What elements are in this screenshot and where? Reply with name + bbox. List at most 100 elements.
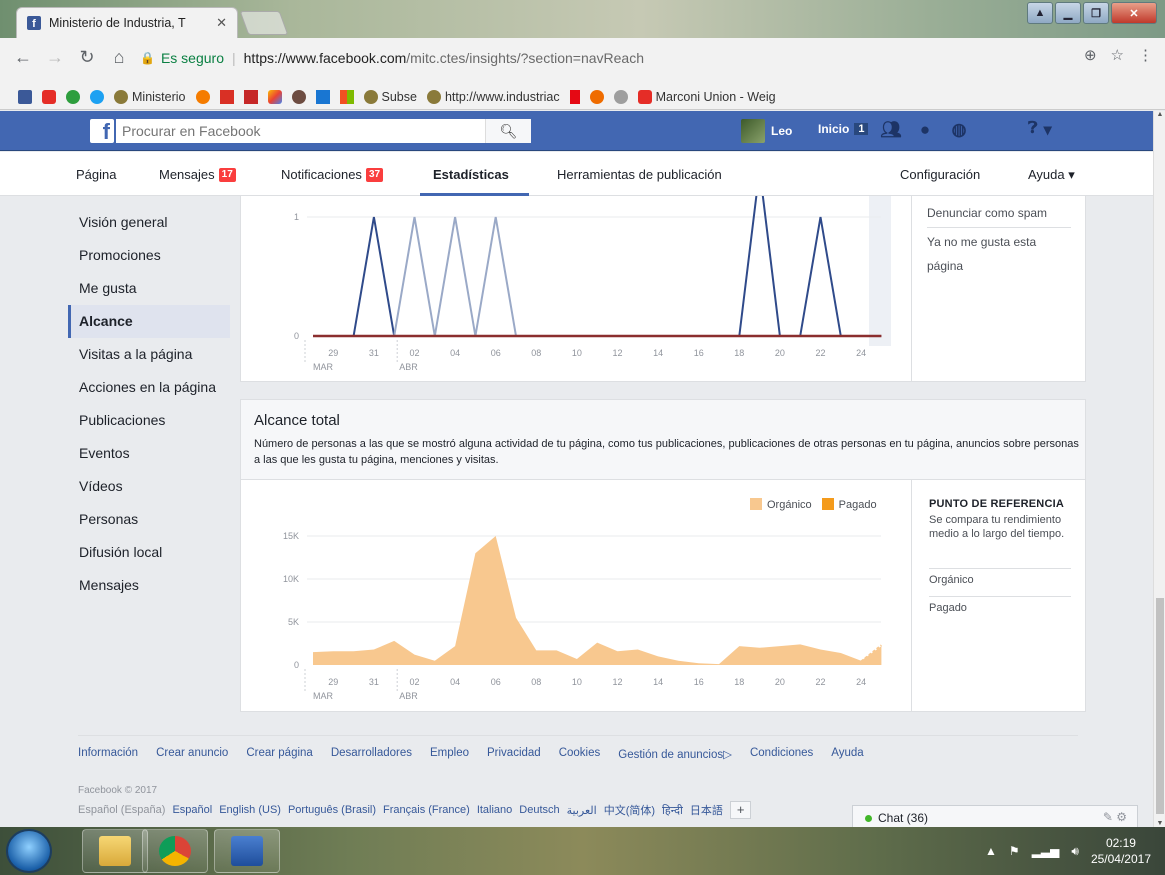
scroll-thumb[interactable] (1156, 598, 1164, 814)
browser-tab[interactable]: f Ministerio de Industria, T ✕ (16, 7, 238, 38)
home-icon[interactable]: ⌂ (110, 46, 128, 68)
language-link[interactable]: Français (France) (383, 804, 470, 816)
legend-paid[interactable]: Pagado (821, 498, 877, 511)
footer-link[interactable]: Empleo (430, 747, 469, 761)
sidebar-item-alcance[interactable]: Alcance (68, 305, 230, 338)
messenger-icon[interactable]: ● (914, 119, 936, 141)
friends-icon[interactable]: 👥︎ (880, 119, 902, 141)
language-link[interactable]: Português (Brasil) (288, 804, 376, 816)
tab-estadisticas[interactable]: Estadísticas (433, 167, 509, 182)
sidebar-item-me-gusta[interactable]: Me gusta (68, 272, 230, 305)
account-menu-icon[interactable]: ▾ (1044, 120, 1052, 140)
twitter-bookmark-icon[interactable] (90, 89, 104, 104)
sidebar-item-visitas[interactable]: Visitas a la página (68, 338, 230, 371)
orange-bookmark-icon[interactable] (195, 89, 210, 104)
bookmark-marconi[interactable]: Marconi Union - Weig (637, 89, 776, 104)
benchmark-paid[interactable]: Pagado (929, 602, 967, 614)
tab-mensajes[interactable]: Mensajes 17 (159, 167, 236, 182)
legend-organic[interactable]: Orgánico (750, 498, 812, 511)
unlike-page-link[interactable]: Ya no me gusta esta (927, 235, 1036, 249)
flag-icon[interactable]: ⚑ (1009, 844, 1020, 858)
facebook-logo-icon[interactable]: f (90, 119, 114, 143)
tab-close-icon[interactable]: ✕ (216, 15, 227, 31)
profile-icon[interactable]: ▲ (1027, 2, 1053, 24)
home-link[interactable]: Inicio 1 (818, 122, 869, 136)
bookmark-ministerio[interactable]: Ministerio (114, 89, 186, 104)
bookmark-star-icon[interactable]: ☆ (1111, 46, 1124, 64)
search-icon[interactable]: 🔍︎ (485, 119, 531, 143)
tab-herramientas[interactable]: Herramientas de publicación (557, 167, 722, 182)
footer-link[interactable]: Condiciones (750, 747, 813, 761)
footer-link[interactable]: Privacidad (487, 747, 541, 761)
start-button[interactable] (6, 829, 52, 873)
sidebar-item-eventos[interactable]: Eventos (68, 437, 230, 470)
settings-gear-icon[interactable]: ⚙ (1116, 810, 1127, 824)
footer-link[interactable]: Ayuda (831, 747, 863, 761)
scroll-up-icon[interactable]: ▲ (1155, 111, 1165, 118)
bookmark-industria[interactable]: http://www.industriac (426, 89, 560, 104)
maximize-button[interactable]: ❐ (1083, 2, 1109, 24)
profile-link[interactable]: Leo (741, 119, 792, 143)
help-icon[interactable]: ❓︎ (1028, 120, 1038, 140)
report-spam-link[interactable]: Denunciar como spam (927, 206, 1047, 220)
menu-icon[interactable]: ⋮ (1138, 46, 1153, 64)
language-link[interactable]: العربية (567, 804, 597, 817)
language-link[interactable]: Español (172, 804, 212, 816)
sidebar-item-promociones[interactable]: Promociones (68, 239, 230, 272)
language-link[interactable]: हिन्दी (662, 803, 683, 818)
red-bookmark-icon[interactable] (243, 89, 258, 104)
explorer-taskbar-button[interactable] (82, 829, 148, 873)
sidebar-item-personas[interactable]: Personas (68, 503, 230, 536)
crest-bookmark-icon[interactable] (291, 89, 306, 104)
omnibox[interactable]: 🔒 Es seguro | https://www.facebook.com/m… (140, 46, 1140, 70)
search-input[interactable] (116, 123, 485, 139)
unlike-page-link-line2[interactable]: página (927, 259, 963, 273)
windows-bookmark-icon[interactable] (339, 89, 354, 104)
language-link[interactable]: 中文(简体) (604, 802, 655, 818)
tab-configuracion[interactable]: Configuración (900, 167, 980, 182)
page-scrollbar[interactable]: ▲ ▼ (1153, 111, 1165, 827)
language-link[interactable]: Italiano (477, 804, 512, 816)
footer-link[interactable]: Crear página (246, 747, 312, 761)
volume-icon[interactable]: 🔊︎ (1071, 844, 1079, 859)
word-taskbar-button[interactable] (214, 829, 280, 873)
footer-link[interactable]: Cookies (559, 747, 601, 761)
green-bookmark-icon[interactable] (66, 89, 80, 104)
scroll-down-icon[interactable]: ▼ (1155, 820, 1165, 827)
sidebar-item-acciones[interactable]: Acciones en la página (68, 371, 230, 404)
reload-icon[interactable]: ↻ (78, 46, 96, 68)
netflix-bookmark-icon[interactable] (569, 89, 580, 104)
zoom-icon[interactable]: ⊕ (1084, 46, 1097, 64)
language-link[interactable]: Deutsch (519, 804, 559, 816)
tab-notificaciones[interactable]: Notificaciones 37 (281, 167, 384, 182)
tab-ayuda[interactable]: Ayuda ▾ (1028, 167, 1075, 183)
colorful-bookmark-icon[interactable] (267, 89, 282, 104)
grey-bookmark-icon[interactable] (613, 89, 628, 104)
more-languages-button[interactable]: + (729, 801, 752, 819)
footer-link[interactable]: Información (78, 747, 138, 761)
sidebar-item-videos[interactable]: Vídeos (68, 470, 230, 503)
language-link[interactable]: 日本語 (690, 802, 723, 818)
tray-arrow-icon[interactable]: ▲ (985, 844, 997, 858)
sidebar-item-mensajes[interactable]: Mensajes (68, 569, 230, 602)
tab-pagina[interactable]: Página (76, 167, 116, 182)
footer-link[interactable]: Desarrolladores (331, 747, 412, 761)
footer-link[interactable]: Crear anuncio (156, 747, 228, 761)
chrome-taskbar-button[interactable] (142, 829, 208, 873)
back-icon[interactable]: ← (14, 46, 32, 68)
sidebar-item-vision-general[interactable]: Visión general (68, 206, 230, 239)
signal-icon[interactable]: ▂▃▅ (1032, 844, 1060, 858)
sidebar-item-publicaciones[interactable]: Publicaciones (68, 404, 230, 437)
minimize-button[interactable]: ▁ (1055, 2, 1081, 24)
forward-icon[interactable]: → (46, 46, 64, 68)
new-tab-button[interactable] (239, 11, 289, 35)
language-link[interactable]: English (US) (219, 804, 281, 816)
gear-bookmark-icon[interactable] (589, 89, 604, 104)
facebook-bookmark-icon[interactable] (18, 89, 32, 104)
benchmark-organic[interactable]: Orgánico (929, 574, 974, 586)
bookmark-subse[interactable]: Subse (363, 89, 417, 104)
compose-icon[interactable]: ✎ (1103, 810, 1113, 824)
gmail-bookmark-icon[interactable] (219, 89, 234, 104)
close-window-button[interactable]: ✕ (1111, 2, 1157, 24)
globe-icon[interactable]: ◍ (948, 119, 970, 141)
